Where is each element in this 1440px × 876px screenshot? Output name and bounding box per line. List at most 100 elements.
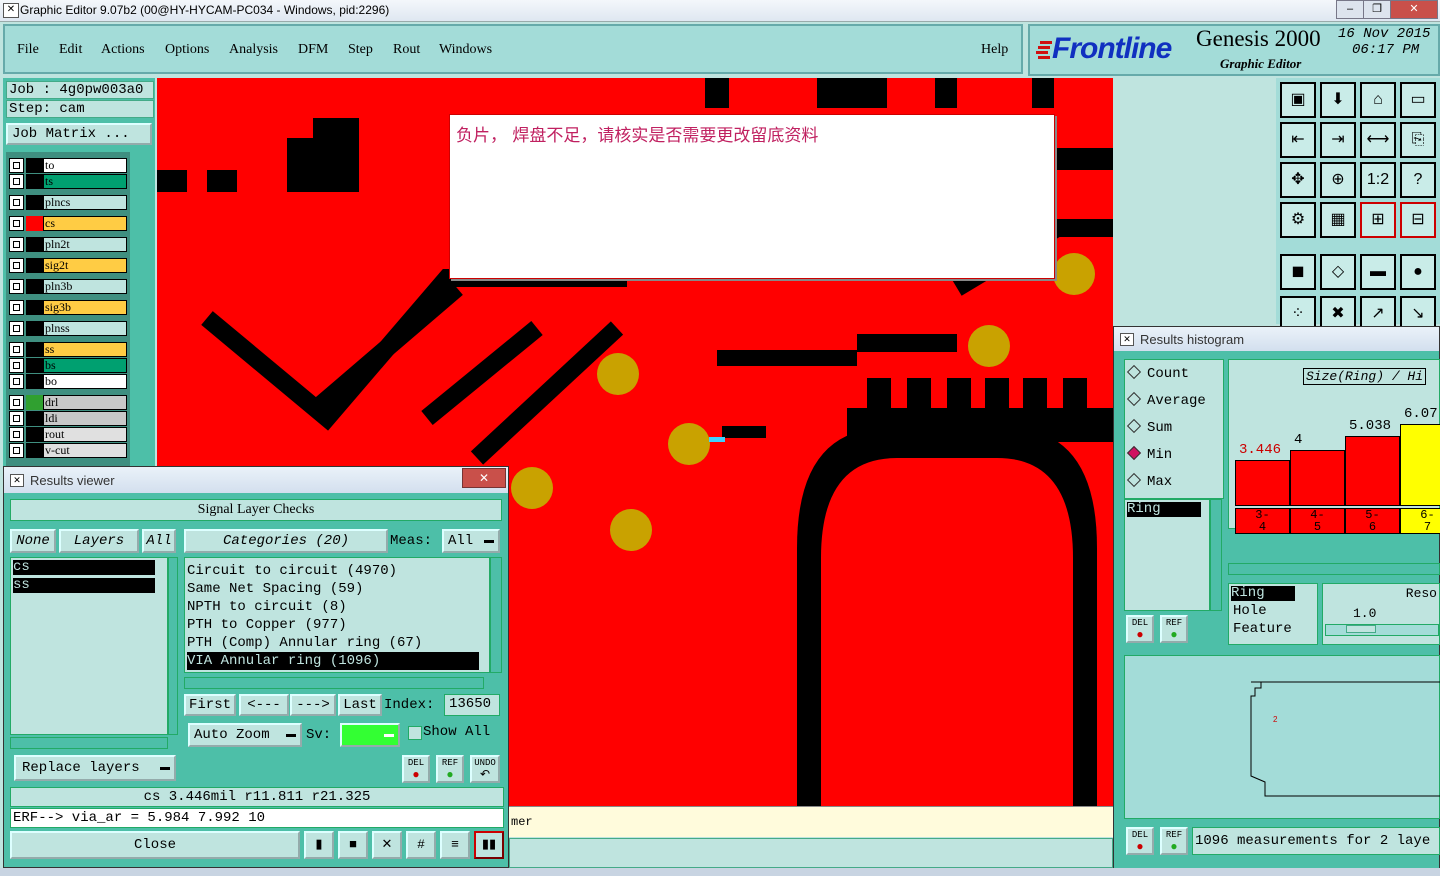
layers-button[interactable]: Layers [59, 529, 139, 553]
layer-checkbox[interactable] [9, 427, 24, 442]
categories-button[interactable]: Categories (20) [184, 529, 388, 553]
histogram-bar[interactable] [1290, 450, 1345, 506]
category-item[interactable]: PTH to Copper (977) [187, 616, 479, 634]
stop-icon[interactable]: ■ [338, 831, 368, 859]
fit-icon[interactable]: ✥ [1280, 162, 1316, 198]
job-matrix-button[interactable]: Job Matrix ... [6, 123, 152, 145]
menu-edit[interactable]: Edit [59, 42, 82, 58]
flip-icon[interactable]: ⟷ [1360, 122, 1396, 158]
layer-row-cs[interactable]: cs [9, 216, 127, 231]
layer-row-bs[interactable]: bs [9, 358, 127, 373]
bottom-del-button[interactable]: DEL ● [1126, 827, 1154, 855]
layer-row-ss[interactable]: ss [9, 342, 127, 357]
show-all-checkbox[interactable] [408, 726, 422, 740]
shift-right-icon[interactable]: ⇥ [1320, 122, 1356, 158]
menu-help[interactable]: Help [981, 42, 1008, 58]
layer-row-pln2t[interactable]: pln2t [9, 237, 127, 252]
layer-checkbox[interactable] [9, 321, 24, 336]
category-hscroll[interactable] [184, 677, 484, 689]
layer-checkbox[interactable] [9, 158, 24, 173]
layer-checkbox[interactable] [9, 395, 24, 410]
copy-icon[interactable]: ⎘ [1400, 122, 1436, 158]
measure-field[interactable]: Ring [1231, 586, 1295, 601]
cross-icon[interactable]: ✕ [372, 831, 402, 859]
help-icon[interactable]: ? [1400, 162, 1436, 198]
layer-result-list[interactable]: cs ss [10, 557, 168, 735]
layer-checkbox[interactable] [9, 342, 24, 357]
sv-color-select[interactable] [340, 723, 400, 747]
shift-left-icon[interactable]: ⇤ [1280, 122, 1316, 158]
list-item[interactable]: ss [13, 578, 155, 593]
stat-option-sum[interactable]: Sum [1126, 418, 1172, 436]
layer-scrollbar[interactable] [130, 152, 154, 468]
next-button[interactable]: ---> [290, 694, 336, 716]
ruler-icon[interactable]: ▬ [1360, 254, 1396, 290]
snap-icon[interactable]: ⊞ [1360, 202, 1396, 238]
histogram-bar[interactable] [1400, 424, 1440, 506]
close-icon[interactable]: ✕ [462, 468, 506, 488]
replace-layers-select[interactable]: Replace layers [14, 755, 176, 781]
layer-checkbox[interactable] [9, 279, 24, 294]
histogram-bar[interactable] [1235, 460, 1290, 506]
scale-icon[interactable]: 1:2 [1360, 162, 1396, 198]
stat-option-min[interactable]: Min [1126, 445, 1172, 463]
layer-row-pln3b[interactable]: pln3b [9, 279, 127, 294]
layer-checkbox[interactable] [9, 300, 24, 315]
measure-field[interactable]: Hole [1233, 604, 1267, 619]
histogram-icon[interactable]: ▮▮ [474, 831, 504, 859]
layer-list-scrollbar[interactable] [168, 557, 178, 735]
layer-row-drl[interactable]: drl [9, 395, 127, 410]
category-scrollbar[interactable] [490, 557, 502, 673]
undo-button[interactable]: UNDO ↶ [470, 755, 500, 783]
menu-file[interactable]: File [17, 42, 39, 58]
layer-checkbox[interactable] [9, 237, 24, 252]
layer-checkbox[interactable] [9, 374, 24, 389]
auto-zoom-select[interactable]: Auto Zoom [188, 723, 302, 747]
bottom-ref-button[interactable]: REF ● [1160, 827, 1188, 855]
menu-options[interactable]: Options [165, 42, 209, 58]
slider-thumb[interactable] [1346, 625, 1376, 633]
minimize-button[interactable]: – [1336, 0, 1364, 19]
home-icon[interactable]: ⌂ [1360, 82, 1396, 118]
field-scrollbar[interactable] [1210, 499, 1222, 611]
center-icon[interactable]: ⊕ [1320, 162, 1356, 198]
prev-button[interactable]: <--- [239, 694, 289, 716]
layer-checkbox[interactable] [9, 216, 24, 231]
layer-row-plncs[interactable]: plncs [9, 195, 127, 210]
maximize-button[interactable]: ❐ [1363, 0, 1391, 19]
num-icon[interactable]: # [406, 831, 436, 859]
all-layers-button[interactable]: All [142, 529, 176, 553]
close-window-button[interactable]: ✕ [1390, 0, 1438, 19]
list-item[interactable]: cs [13, 560, 155, 575]
menu-step[interactable]: Step [348, 42, 373, 58]
category-item[interactable]: NPTH to circuit (8) [187, 598, 479, 616]
histogram-bar[interactable] [1345, 436, 1400, 506]
measure-field-list[interactable]: Ring Hole Feature [1228, 583, 1318, 645]
layer-row-rout[interactable]: rout [9, 427, 127, 442]
field-selected[interactable]: Ring [1127, 502, 1201, 517]
chart-icon[interactable]: ▮ [304, 831, 334, 859]
layer-checkbox[interactable] [9, 443, 24, 458]
layer-row-sig2t[interactable]: sig2t [9, 258, 127, 273]
hist-del-button[interactable]: DEL ● [1126, 615, 1154, 643]
layer-checkbox[interactable] [9, 195, 24, 210]
category-item[interactable]: Same Net Spacing (59) [187, 580, 479, 598]
category-item[interactable]: PTH (Comp) Annular ring (67) [187, 634, 479, 652]
first-button[interactable]: First [184, 694, 236, 716]
pad-icon[interactable]: ● [1400, 254, 1436, 290]
menu-actions[interactable]: Actions [101, 42, 145, 58]
hist-ref-button[interactable]: REF ● [1160, 615, 1188, 643]
layer-row-plnss[interactable]: plnss [9, 321, 127, 336]
menu-dfm[interactable]: DFM [298, 42, 328, 58]
layer-row-v-cut[interactable]: v-cut [9, 443, 127, 458]
settings-icon[interactable]: ⚙ [1280, 202, 1316, 238]
stat-option-average[interactable]: Average [1126, 391, 1206, 409]
move-up-icon[interactable]: ▣ [1280, 82, 1316, 118]
category-item[interactable]: VIA Annular ring (1096) [187, 652, 479, 670]
measure-field[interactable]: Feature [1233, 622, 1292, 637]
layer-checkbox[interactable] [9, 411, 24, 426]
layer-row-sig3b[interactable]: sig3b [9, 300, 127, 315]
layer-row-bo[interactable]: bo [9, 374, 127, 389]
close-button[interactable]: Close [10, 831, 300, 859]
layer-row-ldi[interactable]: ldi [9, 411, 127, 426]
